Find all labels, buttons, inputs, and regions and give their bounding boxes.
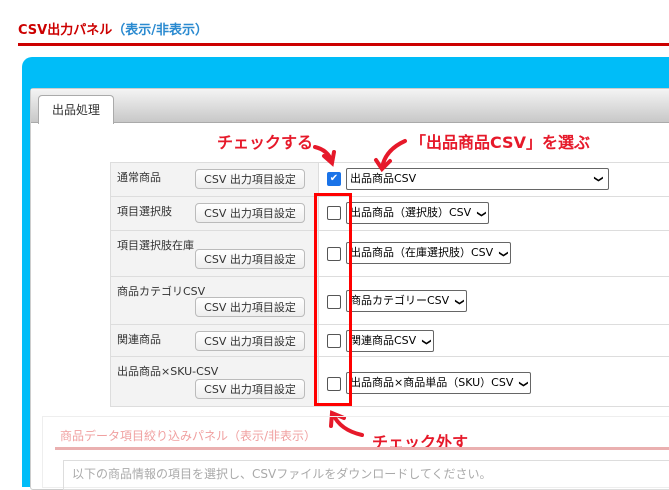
filter-divider (55, 447, 669, 450)
filter-description: 以下の商品情報の項目を選択し、CSVファイルをダウンロードしてください。 (63, 460, 669, 490)
highlight-box (314, 193, 352, 406)
filter-panel-title[interactable]: 商品データ項目絞り込みパネル（表示/非表示） (60, 427, 316, 444)
